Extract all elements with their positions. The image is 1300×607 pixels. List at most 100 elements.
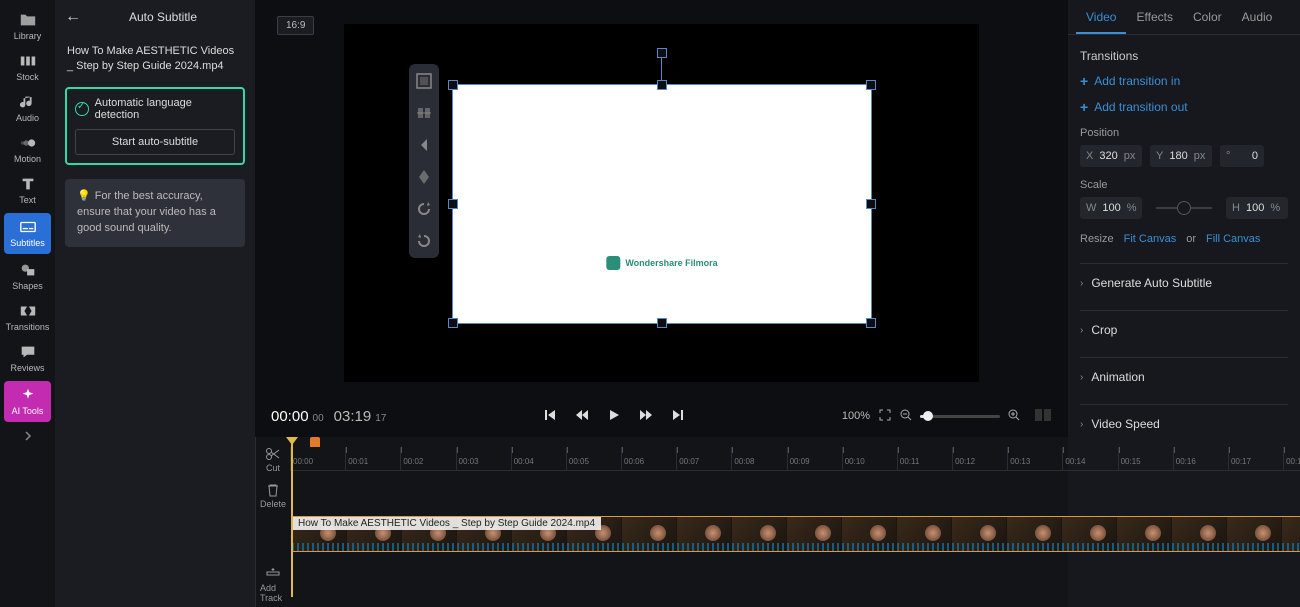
position-label: Position: [1080, 127, 1288, 139]
ruler-tick: 00:16: [1173, 447, 1228, 470]
nav-ai-tools[interactable]: AI Tools: [4, 381, 51, 422]
skip-forward-icon[interactable]: [671, 408, 685, 425]
back-button[interactable]: ←: [65, 8, 81, 26]
ruler-tick: 00:14: [1062, 447, 1117, 470]
fit-icon[interactable]: [413, 70, 435, 92]
start-auto-subtitle-button[interactable]: Start auto-subtitle: [75, 129, 235, 155]
selection-handle[interactable]: [448, 80, 458, 90]
video-clip[interactable]: How To Make AESTHETIC Videos _ Step by S…: [291, 516, 1300, 552]
ruler-tick: 00:13: [1007, 447, 1062, 470]
nav-label: Library: [14, 31, 42, 41]
undo-icon[interactable]: [413, 230, 435, 252]
watermark-logo-icon: [606, 256, 620, 270]
nav-subtitles[interactable]: Subtitles: [4, 213, 51, 254]
link-icon[interactable]: [1177, 201, 1191, 215]
clip-label: How To Make AESTHETIC Videos _ Step by S…: [292, 517, 601, 530]
timeline-marker[interactable]: [310, 437, 320, 447]
tab-video[interactable]: Video: [1076, 0, 1126, 34]
fill-canvas-button[interactable]: Fill Canvas: [1206, 233, 1260, 245]
nav-label: Text: [19, 195, 36, 205]
tool-label: Delete: [260, 499, 286, 509]
rotate-cw-icon[interactable]: [413, 198, 435, 220]
video-preview[interactable]: Wondershare Filmora: [255, 0, 1068, 395]
plus-icon: +: [1080, 73, 1088, 89]
zoom-in-icon[interactable]: [1008, 409, 1020, 424]
tip-box: 💡For the best accuracy, ensure that your…: [65, 179, 245, 247]
tool-label: Cut: [266, 463, 280, 473]
ruler-tick: 00:05: [566, 447, 621, 470]
flip-h-icon[interactable]: [413, 102, 435, 124]
transitions-heading: Transitions: [1080, 49, 1288, 63]
timeline-tools: Cut Delete Add Track: [256, 437, 290, 607]
nav-motion[interactable]: Motion: [0, 129, 55, 170]
zoom-out-icon[interactable]: [900, 409, 912, 424]
ruler-tick: 00:03: [456, 447, 511, 470]
selection-handle[interactable]: [657, 80, 667, 90]
delete-button[interactable]: Delete: [256, 479, 290, 513]
nav-label: Audio: [16, 113, 39, 123]
forward-icon[interactable]: [639, 408, 653, 425]
tip-text: For the best accuracy, ensure that your …: [77, 190, 216, 234]
nav-shapes[interactable]: Shapes: [0, 256, 55, 297]
selection-box[interactable]: Wondershare Filmora: [452, 84, 872, 324]
nav-label: Stock: [16, 72, 39, 82]
add-track-button[interactable]: Add Track: [256, 563, 290, 607]
nav-label: Transitions: [6, 322, 50, 332]
plus-icon: +: [1080, 99, 1088, 115]
reviews-icon: [19, 344, 37, 360]
nav-reviews[interactable]: Reviews: [0, 338, 55, 379]
flip-v-icon[interactable]: [413, 166, 435, 188]
nav-expand[interactable]: [0, 424, 55, 448]
selection-handle[interactable]: [866, 318, 876, 328]
nav-transitions[interactable]: Transitions: [0, 297, 55, 338]
fit-canvas-button[interactable]: Fit Canvas: [1124, 233, 1177, 245]
selection-handle[interactable]: [866, 80, 876, 90]
canvas-toolbar: [409, 64, 439, 258]
accordion-auto-subtitle[interactable]: ›Generate Auto Subtitle: [1080, 263, 1288, 302]
tab-audio[interactable]: Audio: [1232, 0, 1283, 34]
ruler-tick: 00:11: [897, 447, 952, 470]
selection-handle[interactable]: [657, 318, 667, 328]
text-icon: [19, 176, 37, 192]
scale-w-input[interactable]: W100%: [1080, 197, 1142, 219]
accordion-animation[interactable]: ›Animation: [1080, 357, 1288, 396]
play-icon[interactable]: [607, 408, 621, 425]
tab-color[interactable]: Color: [1183, 0, 1232, 34]
accordion-crop[interactable]: ›Crop: [1080, 310, 1288, 349]
compare-icon[interactable]: [1034, 407, 1052, 426]
arrow-left-icon[interactable]: [413, 134, 435, 156]
selection-handle[interactable]: [448, 199, 458, 209]
nav-audio[interactable]: Audio: [0, 88, 55, 129]
cut-button[interactable]: Cut: [261, 443, 285, 477]
auto-subtitle-box: Automatic language detection Start auto-…: [65, 87, 245, 165]
time-current: 00:00: [271, 408, 309, 425]
ruler-tick: 00:12: [952, 447, 1007, 470]
accordion-label: Video Speed: [1091, 417, 1160, 431]
selection-handle[interactable]: [866, 199, 876, 209]
selection-handle[interactable]: [448, 318, 458, 328]
nav-library[interactable]: Library: [0, 6, 55, 47]
motion-icon: [19, 135, 37, 151]
fullscreen-icon[interactable]: [878, 408, 892, 425]
add-transition-in-button[interactable]: +Add transition in: [1080, 73, 1288, 89]
nav-text[interactable]: Text: [0, 170, 55, 211]
tab-effects[interactable]: Effects: [1126, 0, 1182, 34]
rotation-input[interactable]: °0: [1220, 145, 1264, 167]
add-transition-out-button[interactable]: +Add transition out: [1080, 99, 1288, 115]
selection-handle[interactable]: [657, 48, 667, 58]
nav-stock[interactable]: Stock: [0, 47, 55, 88]
timeline-ruler[interactable]: 00:0000:0100:0200:0300:0400:0500:0600:07…: [290, 447, 1300, 471]
chevron-right-icon: ›: [1080, 419, 1083, 430]
scale-h-input[interactable]: H100%: [1226, 197, 1288, 219]
shapes-icon: [19, 262, 37, 278]
check-icon[interactable]: [75, 102, 89, 116]
subtitles-icon: [19, 219, 37, 235]
tool-label: Add Track: [260, 583, 286, 603]
position-y-input[interactable]: Y180px: [1150, 145, 1212, 167]
skip-back-icon[interactable]: [543, 408, 557, 425]
zoom-slider[interactable]: [920, 415, 1000, 418]
scale-link-slider[interactable]: [1156, 207, 1212, 209]
playhead[interactable]: [291, 437, 293, 597]
position-x-input[interactable]: X320px: [1080, 145, 1142, 167]
rewind-icon[interactable]: [575, 408, 589, 425]
